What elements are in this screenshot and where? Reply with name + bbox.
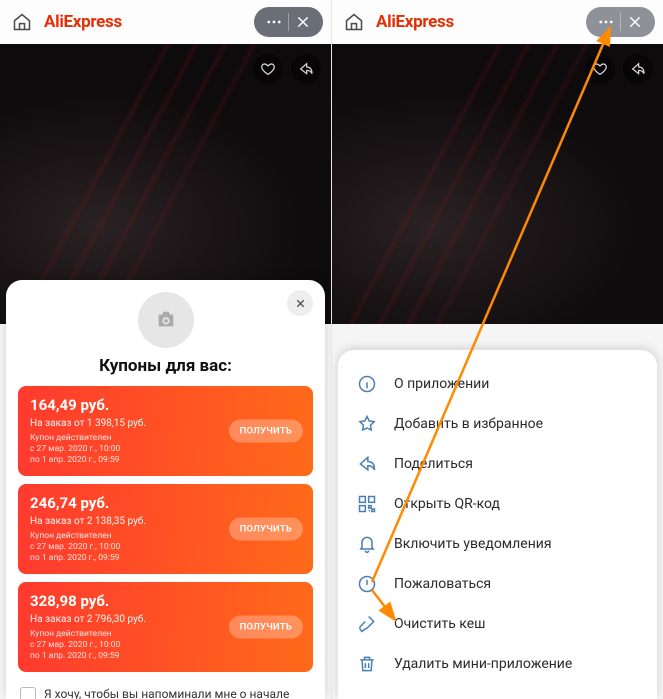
left-screenshot: AliExpress: [0, 0, 332, 699]
menu-sheet: О приложении Добавить в избранное Подели…: [338, 350, 657, 699]
home-button[interactable]: [340, 8, 368, 36]
menu-label: Удалить мини-приложение: [394, 656, 572, 672]
close-app-button[interactable]: [289, 8, 317, 36]
menu-clear-cache[interactable]: Очистить кеш: [344, 604, 651, 644]
menu-label: Пожаловаться: [394, 576, 491, 592]
coupon-card[interactable]: 164,49 руб. На заказ от 1 398,15 руб. Ку…: [18, 386, 313, 476]
header: AliExpress: [0, 0, 331, 44]
get-coupon-button[interactable]: ПОЛУЧИТЬ: [229, 420, 303, 443]
coupon-card[interactable]: 328,98 руб. На заказ от 2 796,30 руб. Ку…: [18, 582, 313, 672]
right-screenshot: AliExpress: [332, 0, 663, 699]
like-button[interactable]: [585, 54, 615, 84]
product-image: [332, 44, 663, 324]
coupon-amount: 328,98 руб.: [30, 592, 301, 610]
brand-logo: AliExpress: [44, 12, 122, 32]
coupon-amount: 246,74 руб.: [30, 494, 301, 512]
bell-icon: [356, 533, 378, 555]
menu-notifications[interactable]: Включить уведомления: [344, 524, 651, 564]
coupons-sheet: Купоны для вас: 164,49 руб. На заказ от …: [6, 280, 325, 699]
header: AliExpress: [332, 0, 663, 44]
menu-label: Поделиться: [394, 456, 473, 472]
star-icon: [356, 413, 378, 435]
more-button[interactable]: [592, 8, 620, 36]
coupon-amount: 164,49 руб.: [30, 396, 301, 414]
menu-about[interactable]: О приложении: [344, 364, 651, 404]
header-pill: [254, 7, 323, 37]
close-sheet-button[interactable]: [287, 290, 313, 316]
menu-label: Добавить в избранное: [394, 416, 543, 432]
remind-label: Я хочу, чтобы вы напоминали мне о начале…: [44, 686, 311, 699]
share-button[interactable]: [623, 54, 653, 84]
share-icon: [356, 453, 378, 475]
menu-favorite[interactable]: Добавить в избранное: [344, 404, 651, 444]
qr-icon: [356, 493, 378, 515]
share-button[interactable]: [291, 54, 321, 84]
menu-delete-app[interactable]: Удалить мини-приложение: [344, 644, 651, 684]
get-coupon-button[interactable]: ПОЛУЧИТЬ: [229, 518, 303, 541]
get-coupon-button[interactable]: ПОЛУЧИТЬ: [229, 616, 303, 639]
header-pill: [586, 7, 655, 37]
info-icon: [356, 373, 378, 395]
close-app-button[interactable]: [621, 8, 649, 36]
sheet-title: Купоны для вас:: [18, 356, 313, 376]
menu-share[interactable]: Поделиться: [344, 444, 651, 484]
menu-qr[interactable]: Открыть QR-код: [344, 484, 651, 524]
coupon-card[interactable]: 246,74 руб. На заказ от 2 138,35 руб. Ку…: [18, 484, 313, 574]
trash-icon: [356, 653, 378, 675]
hero-actions: [585, 54, 653, 84]
remind-checkbox[interactable]: [20, 687, 36, 699]
home-button[interactable]: [8, 8, 36, 36]
report-icon: [356, 573, 378, 595]
menu-label: Очистить кеш: [394, 616, 486, 632]
menu-label: О приложении: [394, 376, 489, 392]
menu-report[interactable]: Пожаловаться: [344, 564, 651, 604]
more-button[interactable]: [260, 8, 288, 36]
menu-label: Включить уведомления: [394, 536, 552, 552]
brand-logo: AliExpress: [376, 12, 454, 32]
menu-label: Открыть QR-код: [394, 496, 500, 512]
avatar-placeholder: [138, 292, 194, 348]
like-button[interactable]: [253, 54, 283, 84]
hero-actions: [253, 54, 321, 84]
menu-list: О приложении Добавить в избранное Подели…: [344, 364, 651, 684]
remind-row[interactable]: Я хочу, чтобы вы напоминали мне о начале…: [18, 680, 313, 699]
broom-icon: [356, 613, 378, 635]
